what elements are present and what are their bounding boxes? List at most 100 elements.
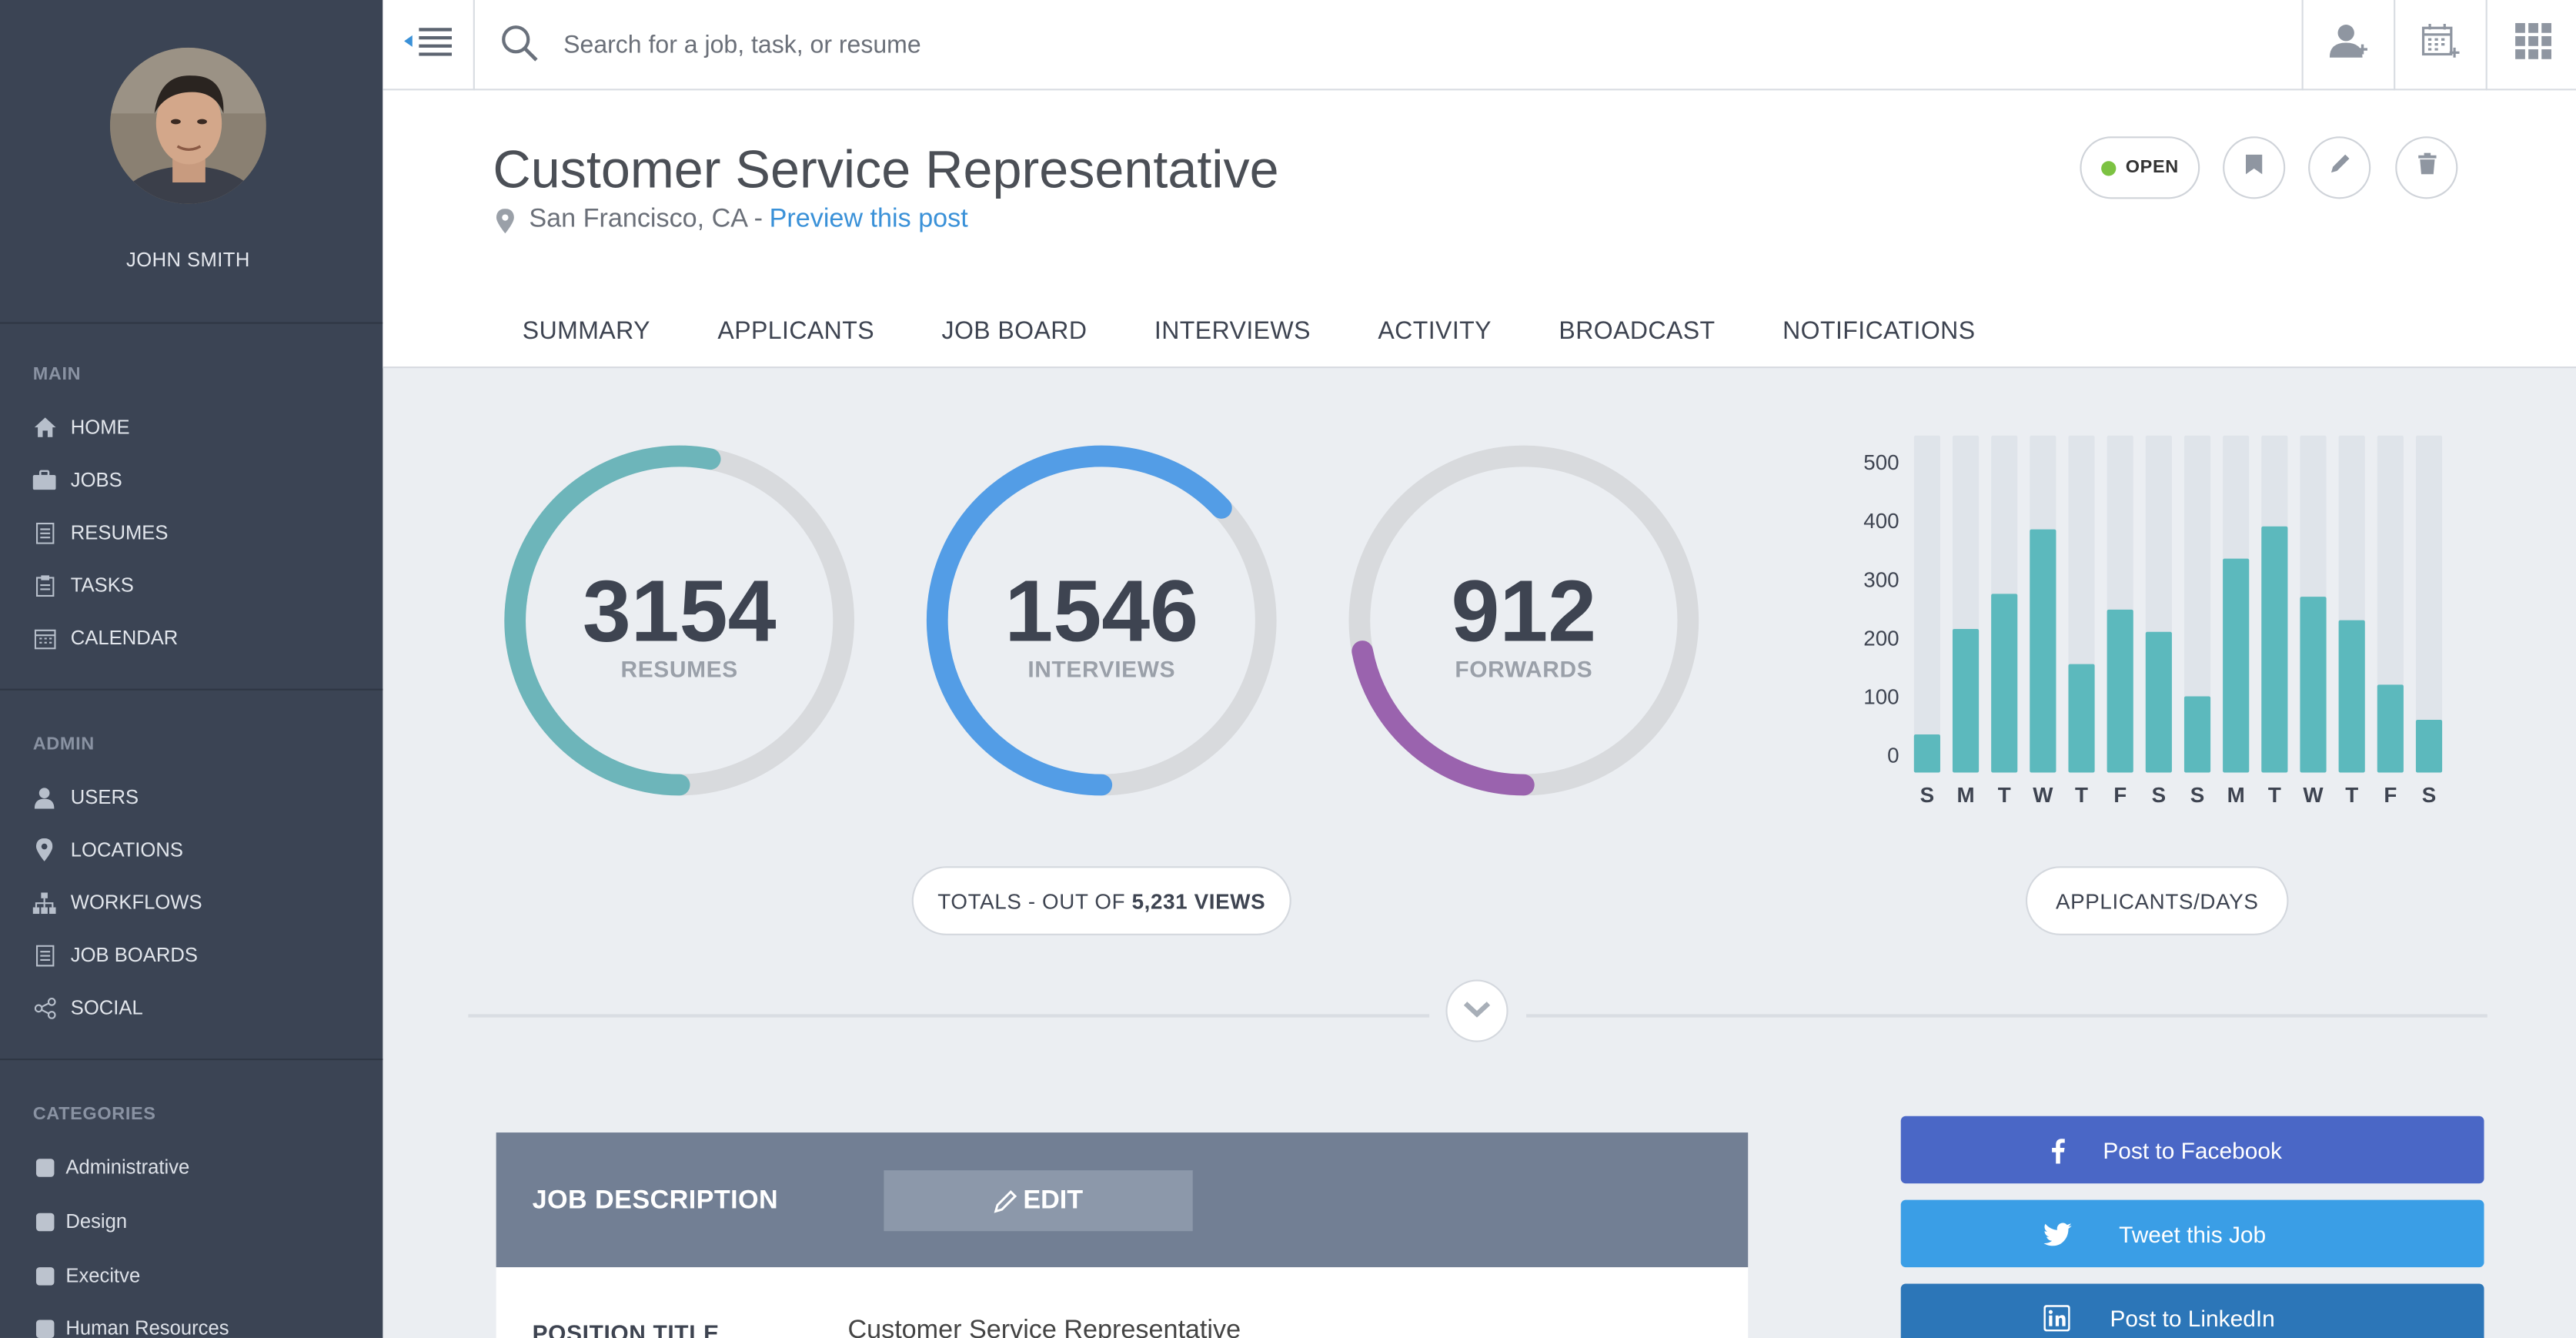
briefcase-icon xyxy=(32,469,56,492)
sidebar-item-home[interactable]: HOME xyxy=(33,411,130,444)
facebook-label: Post to Facebook xyxy=(2103,1136,2282,1163)
sidebar-toggle-button[interactable] xyxy=(383,0,475,91)
user-icon xyxy=(33,786,56,809)
sidebar-item-label: HOME xyxy=(70,416,130,440)
category-item-design[interactable]: Design xyxy=(35,1209,128,1233)
x-tick-label: F xyxy=(2113,783,2127,807)
x-tick-label: T xyxy=(2075,783,2088,807)
chart-bar[interactable] xyxy=(2223,558,2250,773)
twitter-icon xyxy=(2042,1219,2071,1249)
status-label: OPEN xyxy=(2125,157,2179,178)
grid-icon xyxy=(2514,22,2551,68)
tab-interviews[interactable]: INTERVIEWS xyxy=(1154,317,1311,345)
tweet-job-button[interactable]: Tweet this Job xyxy=(1900,1199,2484,1268)
edit-job-button[interactable] xyxy=(2308,136,2371,199)
sidebar-item-calendar[interactable]: CALENDAR xyxy=(33,621,178,654)
sidebar-item-label: JOB BOARDS xyxy=(70,943,198,967)
pencil-icon xyxy=(994,1189,1017,1213)
document-icon xyxy=(33,521,56,544)
category-color-swatch xyxy=(35,1212,55,1231)
bookmark-icon xyxy=(2245,153,2263,182)
category-item-administrative[interactable]: Administrative xyxy=(35,1155,190,1179)
add-event-button[interactable] xyxy=(2394,0,2486,91)
sidebar-divider xyxy=(0,688,383,691)
x-tick-label: S xyxy=(1920,783,1935,807)
x-tick-label: W xyxy=(2303,783,2324,807)
category-item-human-resources[interactable]: Human Resources xyxy=(35,1316,229,1338)
bar-track xyxy=(1913,435,1940,773)
facebook-icon xyxy=(2042,1136,2071,1165)
sidebar-item-resumes[interactable]: RESUMES xyxy=(33,516,168,549)
applicants-days-button[interactable]: APPLICANTS/DAYS xyxy=(2025,866,2289,935)
sidebar-item-job-boards[interactable]: JOB BOARDS xyxy=(33,938,198,972)
status-open-button[interactable]: OPEN xyxy=(2080,136,2200,199)
chart-bar[interactable] xyxy=(1952,629,1980,773)
chart-bar[interactable] xyxy=(2300,597,2327,773)
x-tick-label: W xyxy=(2033,783,2053,807)
share-icon xyxy=(33,996,56,1019)
chart-bar[interactable] xyxy=(2030,529,2056,773)
chart-bar[interactable] xyxy=(2261,526,2288,773)
chart-bar[interactable] xyxy=(2183,696,2211,773)
chart-bar[interactable] xyxy=(2145,631,2172,773)
sidebar-item-label: SOCIAL xyxy=(70,995,143,1019)
delete-job-button[interactable] xyxy=(2395,136,2458,199)
chart-bar[interactable] xyxy=(2107,609,2133,773)
sidebar-item-jobs[interactable]: JOBS xyxy=(32,463,122,497)
category-label: Administrative xyxy=(65,1155,190,1179)
tab-notifications[interactable]: NOTIFICATIONS xyxy=(1782,317,1975,345)
section-heading-admin: ADMIN xyxy=(32,734,95,755)
sidebar-item-workflows[interactable]: WORKFLOWS xyxy=(32,886,202,919)
map-pin-icon xyxy=(496,208,514,233)
tab-activity[interactable]: ACTIVITY xyxy=(1378,317,1492,345)
chart-bar[interactable] xyxy=(1913,734,1940,773)
applicants-per-day-chart: 0100200300400500S M T W T F S S M T W T F S xyxy=(1863,435,2443,807)
x-tick-label: S xyxy=(2190,783,2205,807)
bookmark-button[interactable] xyxy=(2223,136,2286,199)
x-tick-label: M xyxy=(1956,783,1974,807)
sidebar-item-users[interactable]: USERS xyxy=(33,781,139,814)
status-dot xyxy=(2100,160,2116,176)
sidebar-divider xyxy=(0,322,383,324)
document-icon xyxy=(33,944,56,967)
totals-views-button[interactable]: TOTALS - OUT OF 5,231 VIEWS xyxy=(911,866,1291,935)
job-description-body: POSITION TITLE Customer Service Represen… xyxy=(496,1267,1749,1338)
edit-description-button[interactable]: EDIT xyxy=(884,1170,1193,1232)
chart-bar[interactable] xyxy=(2415,719,2443,773)
tab-broadcast[interactable]: BROADCAST xyxy=(1559,317,1715,345)
category-item-executive[interactable]: Execitve xyxy=(35,1264,140,1287)
add-user-button[interactable] xyxy=(2301,0,2394,91)
apps-grid-button[interactable] xyxy=(2485,0,2576,91)
x-tick-label: T xyxy=(1998,783,2011,807)
x-tick-label: M xyxy=(2227,783,2245,807)
job-description-title: JOB DESCRIPTION xyxy=(532,1186,779,1215)
y-tick-label: 500 xyxy=(1863,450,1899,474)
menu-collapse-icon xyxy=(403,26,453,64)
y-tick-label: 100 xyxy=(1863,685,1899,709)
sidebar-item-locations[interactable]: LOCATIONS xyxy=(33,833,183,866)
expand-button[interactable] xyxy=(1445,979,1509,1042)
category-color-swatch xyxy=(35,1319,55,1337)
tab-applicants[interactable]: APPLICANTS xyxy=(717,317,874,345)
avatar[interactable] xyxy=(110,47,266,204)
sidebar-item-tasks[interactable]: TASKS xyxy=(33,569,134,602)
tab-job-board[interactable]: JOB BOARD xyxy=(942,317,1088,345)
chart-bar[interactable] xyxy=(2377,684,2404,773)
post-to-linkedin-button[interactable]: Post to LinkedIn xyxy=(1900,1283,2484,1338)
top-bar xyxy=(383,0,2576,91)
search-input[interactable] xyxy=(563,16,2273,72)
sidebar-item-label: TASKS xyxy=(70,574,134,597)
interviews-count: 1546 xyxy=(1004,564,1199,661)
job-tabs: SUMMARY APPLICANTS JOB BOARD INTERVIEWS … xyxy=(523,317,2043,345)
category-label: Design xyxy=(65,1209,128,1233)
chart-bar[interactable] xyxy=(2338,620,2365,773)
preview-post-link[interactable]: Preview this post xyxy=(770,206,968,235)
sidebar-item-social[interactable]: SOCIAL xyxy=(33,991,143,1024)
chart-bar[interactable] xyxy=(2068,664,2095,773)
forwards-label: FORWARDS xyxy=(1455,655,1593,683)
chart-bar[interactable] xyxy=(1991,594,2018,773)
post-to-facebook-button[interactable]: Post to Facebook xyxy=(1900,1116,2484,1184)
tab-summary[interactable]: SUMMARY xyxy=(523,317,650,345)
resumes-count: 3154 xyxy=(582,564,777,661)
interviews-label: INTERVIEWS xyxy=(1027,655,1176,683)
